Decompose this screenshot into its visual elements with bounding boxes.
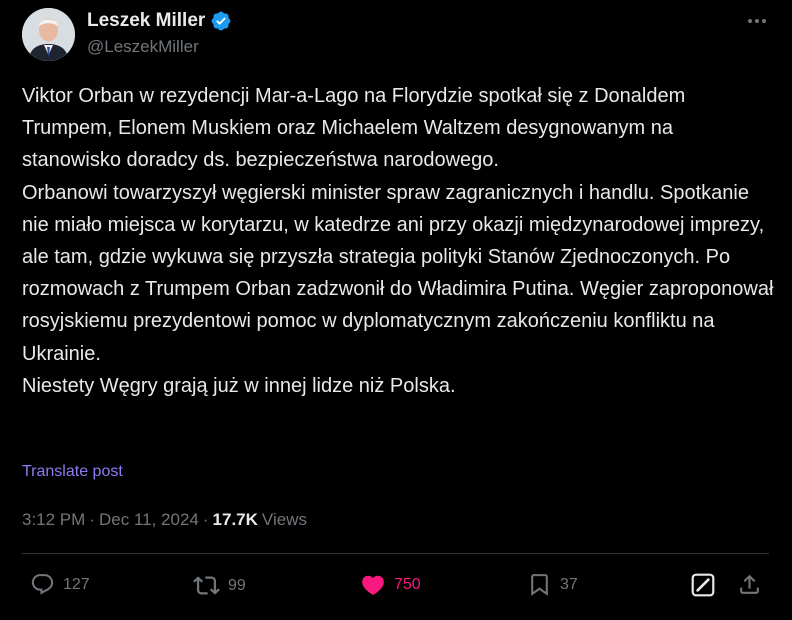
post-metadata: 3:12 PM · Dec 11, 2024 · 17.7K Views xyxy=(22,510,307,530)
views-label: Views xyxy=(261,510,307,529)
heart-filled-icon xyxy=(362,575,384,595)
reply-count: 127 xyxy=(63,575,90,593)
meta-separator: · xyxy=(202,510,209,529)
grok-button[interactable] xyxy=(690,572,716,598)
author-name-row: Leszek Miller xyxy=(87,10,232,32)
like-count: 750 xyxy=(394,576,421,593)
grok-icon xyxy=(691,573,715,597)
reply-icon xyxy=(31,574,54,595)
meta-separator: · xyxy=(89,510,95,529)
post-text: Viktor Orban w rezydencji Mar-a-Lago na … xyxy=(22,80,774,402)
bookmark-icon xyxy=(531,574,548,596)
bookmark-button[interactable]: 37 xyxy=(527,572,578,597)
post-date[interactable]: Dec 11, 2024 xyxy=(99,510,199,530)
share-button[interactable] xyxy=(737,572,762,597)
post-time[interactable]: 3:12 PM xyxy=(22,510,85,530)
post-paragraph: Orbanowi towarzyszył węgierski minister … xyxy=(22,181,774,365)
verified-badge-icon xyxy=(210,10,232,32)
post-paragraph: Viktor Orban w rezydencji Mar-a-Lago na … xyxy=(22,85,686,172)
post-paragraph: Niestety Węgry grają już w innej lidze n… xyxy=(22,374,456,397)
more-options-icon[interactable] xyxy=(746,12,768,30)
repost-icon xyxy=(193,576,220,595)
repost-count: 99 xyxy=(228,576,246,594)
post: Leszek Miller @LeszekMiller Viktor Orban… xyxy=(0,0,792,620)
avatar-image xyxy=(22,8,75,61)
bookmark-count: 37 xyxy=(560,575,578,593)
reply-button[interactable]: 127 xyxy=(30,572,90,597)
author-handle[interactable]: @LeszekMiller xyxy=(87,37,199,57)
divider xyxy=(22,553,769,554)
share-icon xyxy=(740,574,759,594)
repost-button[interactable]: 99 xyxy=(193,572,246,599)
translate-post-link[interactable]: Translate post xyxy=(22,463,123,481)
author-display-name[interactable]: Leszek Miller xyxy=(87,10,205,32)
like-button[interactable]: 750 xyxy=(360,572,421,598)
views-count: 17.7K xyxy=(212,510,258,529)
avatar[interactable] xyxy=(22,8,75,61)
